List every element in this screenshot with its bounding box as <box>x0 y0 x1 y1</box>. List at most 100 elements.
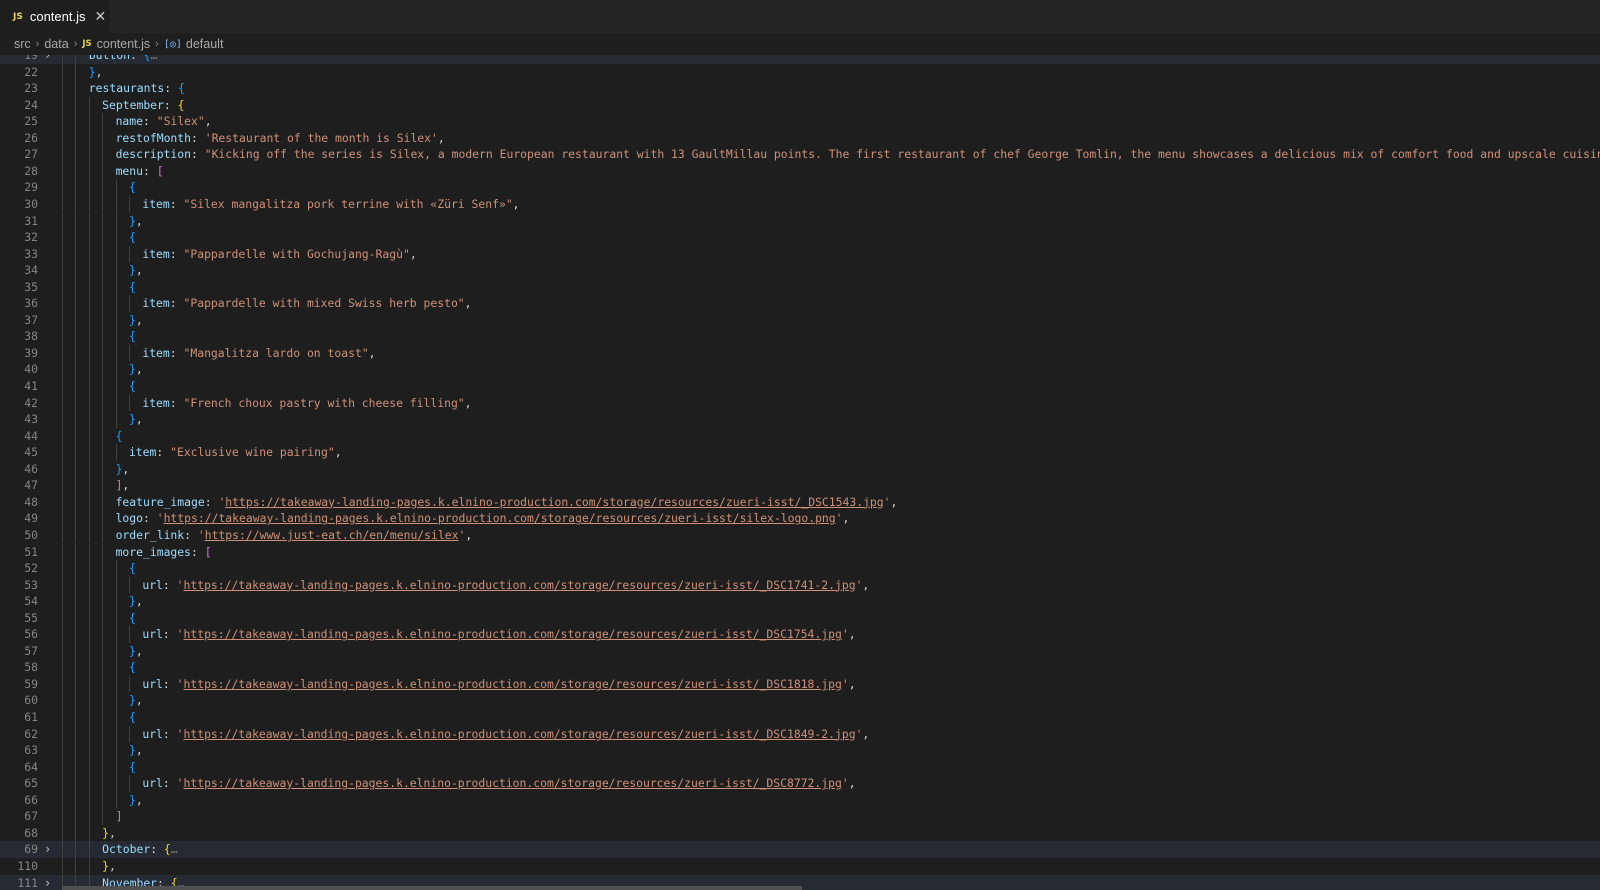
code-line[interactable]: 55 { <box>0 609 1600 627</box>
code-line[interactable]: 64 { <box>0 758 1600 776</box>
code-line[interactable]: 32 { <box>0 229 1600 246</box>
code-line[interactable]: 41 { <box>0 378 1600 395</box>
chevron-right-icon[interactable]: › <box>44 841 51 858</box>
code-line[interactable]: 39 item: "Mangalitza lardo on toast", <box>0 344 1600 362</box>
code-line[interactable]: 45 item: "Exclusive wine pairing", <box>0 444 1600 461</box>
code-line[interactable]: 54}, <box>0 593 1600 610</box>
indent-guide <box>75 560 88 577</box>
code-line[interactable]: 40}, <box>0 361 1600 378</box>
code-line[interactable]: 31}, <box>0 212 1600 230</box>
code-token: ' <box>197 527 205 542</box>
breadcrumb-item-file[interactable]: content.js <box>97 37 151 51</box>
code-line[interactable]: 59 url: 'https://takeaway-landing-pages.k… <box>0 675 1600 693</box>
code-token: , <box>464 296 472 311</box>
url-link[interactable]: https://www.just-eat.ch/en/menu/silex <box>205 528 459 542</box>
indent-guide <box>75 96 88 114</box>
code-line[interactable]: 46}, <box>0 460 1600 478</box>
breadcrumb-item-symbol[interactable]: default <box>186 37 224 51</box>
code-line[interactable]: 29 { <box>0 179 1600 196</box>
code-line[interactable]: 69 › October: {… <box>0 841 1600 858</box>
chevron-right-icon[interactable]: › <box>44 875 51 890</box>
code-line[interactable]: 23 restaurants: { <box>0 80 1600 97</box>
breadcrumb-item-data[interactable]: data <box>44 37 68 51</box>
code-line[interactable]: 63}, <box>0 742 1600 759</box>
code-line[interactable]: 43}, <box>0 411 1600 428</box>
url-link[interactable]: https://takeaway-landing-pages.k.elnino-… <box>164 511 836 525</box>
code-line[interactable]: 110}, <box>0 857 1600 875</box>
code-line[interactable]: 61 { <box>0 709 1600 726</box>
code-line[interactable]: 22}, <box>0 63 1600 81</box>
code-line[interactable]: 35 { <box>0 278 1600 296</box>
breadcrumb-item-src[interactable]: src <box>14 37 31 51</box>
code-line[interactable]: 68}, <box>0 824 1600 842</box>
indent-guide <box>88 659 102 676</box>
indent-guide <box>75 675 88 693</box>
code-line[interactable]: 50 order_link: 'https://www.just-eat.ch/e… <box>0 526 1600 544</box>
code-line[interactable]: 44 { <box>0 427 1600 445</box>
code-line[interactable]: 66}, <box>0 791 1600 809</box>
code-text: item: "French choux pastry with cheese f… <box>62 394 472 412</box>
code-line[interactable]: 52 { <box>0 560 1600 577</box>
code-line[interactable]: 25 name: "Silex", <box>0 113 1600 130</box>
code-line[interactable]: 65 url: 'https://takeaway-landing-pages.k… <box>0 775 1600 792</box>
code-line[interactable]: 56 url: 'https://takeaway-landing-pages.k… <box>0 626 1600 643</box>
line-number: 31 <box>24 213 38 228</box>
code-line[interactable]: 53 url: 'https://takeaway-landing-pages.k… <box>0 576 1600 594</box>
code-text: item: "Pappardelle with mixed Swiss herb… <box>62 295 472 312</box>
code-line[interactable]: 48 feature_image: 'https://takeaway-landi… <box>0 493 1600 511</box>
code-editor[interactable]: 19 › button: {… 22}, 23 restaurants: {24 Septe… <box>0 55 1600 890</box>
code-line[interactable]: 51 more_images: [ <box>0 543 1600 561</box>
code-token: September <box>102 97 164 112</box>
code-line[interactable]: 60}, <box>0 692 1600 709</box>
folded-ellipsis[interactable]: … <box>151 55 158 62</box>
indent-guide <box>115 692 129 709</box>
code-line[interactable]: 58 { <box>0 659 1600 676</box>
url-link[interactable]: https://takeaway-landing-pages.k.elnino-… <box>184 677 842 691</box>
horizontal-scrollbar[interactable] <box>62 886 802 890</box>
url-link[interactable]: https://takeaway-landing-pages.k.elnino-… <box>184 578 856 592</box>
code-line[interactable]: 24 September: { <box>0 96 1600 114</box>
code-line[interactable]: 30 item: "Silex mangalitza pork terrine w… <box>0 195 1600 213</box>
url-link[interactable]: https://takeaway-landing-pages.k.elnino-… <box>184 776 842 790</box>
code-token: : <box>163 97 178 112</box>
tab-content-js[interactable]: JS content.js ✕ <box>0 0 110 33</box>
code-text: }, <box>62 212 143 230</box>
code-line[interactable]: 38 { <box>0 328 1600 345</box>
code-text: button: {… <box>62 55 157 64</box>
close-icon[interactable]: ✕ <box>95 8 107 25</box>
code-line[interactable]: 67] <box>0 808 1600 825</box>
code-line[interactable]: 26 restofMonth: 'Restaurant of the month … <box>0 129 1600 147</box>
code-token: restofMonth <box>115 130 191 145</box>
indent-guide <box>115 675 129 693</box>
code-line[interactable]: 28 menu: [ <box>0 162 1600 180</box>
code-line[interactable]: 37}, <box>0 311 1600 329</box>
code-text: }, <box>62 824 116 842</box>
code-line[interactable]: 62 url: 'https://takeaway-landing-pages.k… <box>0 725 1600 743</box>
url-link[interactable]: https://takeaway-landing-pages.k.elnino-… <box>184 727 856 741</box>
code-token: , <box>848 676 856 691</box>
code-line[interactable]: 34}, <box>0 262 1600 279</box>
url-link[interactable]: https://takeaway-landing-pages.k.elnino-… <box>225 495 883 509</box>
code-line[interactable]: 47], <box>0 477 1600 494</box>
folded-ellipsis[interactable]: … <box>171 842 178 856</box>
code-text: url: 'https://takeaway-landing-pages.k.e… <box>62 626 856 643</box>
code-line[interactable]: 57}, <box>0 642 1600 660</box>
code-token: : <box>169 395 184 410</box>
code-line[interactable]: 42 item: "French choux pastry with cheese… <box>0 394 1600 412</box>
code-text: }, <box>62 791 143 809</box>
code-token: , <box>135 693 143 708</box>
chevron-right-icon[interactable]: › <box>44 55 51 64</box>
code-line[interactable]: 33 item: "Pappardelle with Gochujang-Ragù… <box>0 245 1600 263</box>
code-line[interactable]: 19 › button: {… <box>0 55 1600 64</box>
code-line[interactable]: 49 logo: 'https://takeaway-landing-pages.… <box>0 510 1600 527</box>
line-number: 62 <box>24 726 38 741</box>
indent-guide <box>62 460 75 478</box>
indent-guide <box>62 427 75 445</box>
code-line[interactable]: 27 description: "Kicking off the series i… <box>0 146 1600 163</box>
code-line[interactable]: 36 item: "Pappardelle with mixed Swiss he… <box>0 295 1600 312</box>
indent-guide <box>102 692 115 709</box>
code-token: , <box>409 246 417 261</box>
indent-guide <box>102 344 115 362</box>
indent-guide <box>102 659 115 676</box>
url-link[interactable]: https://takeaway-landing-pages.k.elnino-… <box>184 627 842 641</box>
